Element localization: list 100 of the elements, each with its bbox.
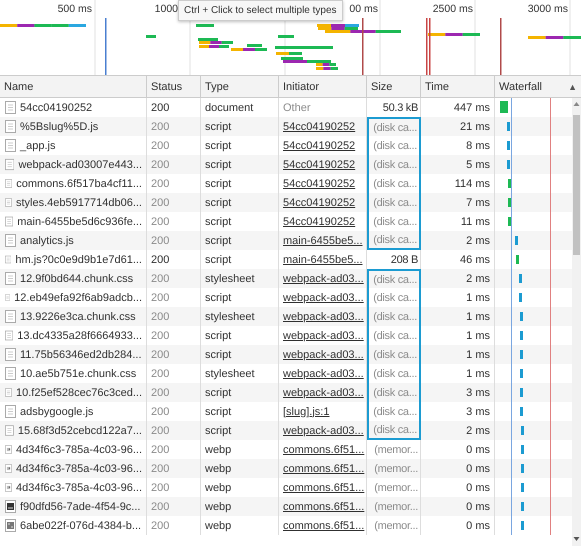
time-cell: 2 ms	[421, 421, 495, 440]
column-header[interactable]: Size	[367, 76, 421, 97]
timing-bar	[515, 236, 518, 245]
request-name[interactable]: hm.js?0c0e9d9b1e7d61...	[15, 254, 142, 266]
type-cell: script	[201, 155, 279, 174]
timing-bar	[521, 483, 524, 492]
initiator-link[interactable]: webpack-ad03...	[283, 292, 364, 304]
type-cell: webp	[201, 497, 279, 516]
request-name[interactable]: main-6455be5d6c936fe...	[17, 216, 142, 228]
file-icon	[5, 386, 12, 399]
request-name[interactable]: styles.4eb5917714db06...	[16, 196, 142, 208]
status-cell: 200	[147, 269, 201, 288]
type-cell: script	[201, 117, 279, 136]
timing-bar	[521, 445, 524, 454]
initiator-link[interactable]: 54cc04190252	[283, 158, 356, 170]
request-name[interactable]: adsbygoogle.js	[20, 406, 94, 418]
column-header[interactable]: Waterfall	[499, 80, 542, 92]
timing-bar	[508, 198, 511, 207]
time-cell: 2 ms	[421, 231, 495, 250]
initiator-link[interactable]: 54cc04190252	[283, 140, 356, 152]
timing-bar	[520, 369, 523, 378]
initiator-link[interactable]: 54cc04190252	[283, 178, 356, 190]
initiator-link[interactable]: commons.6f51...	[283, 500, 364, 512]
request-name[interactable]: _app.js	[20, 140, 56, 152]
request-name[interactable]: analytics.js	[20, 234, 74, 246]
file-icon	[5, 424, 14, 437]
request-name[interactable]: webpack-ad03007e443...	[18, 158, 142, 170]
initiator-link[interactable]: [slug].js:1	[283, 406, 330, 418]
column-header[interactable]: Status	[147, 76, 201, 97]
request-name[interactable]: 4d34f6c3-785a-4c03-96...	[16, 462, 142, 474]
timing-bar	[508, 179, 511, 188]
request-name[interactable]: %5Bslug%5D.js	[20, 120, 98, 132]
request-name[interactable]: 13.9226e3ca.chunk.css	[20, 310, 136, 322]
timing-bar	[520, 407, 523, 416]
time-tick-label: 3000 ms	[528, 3, 568, 15]
time-cell: 0 ms	[421, 497, 495, 516]
time-tick-label: 1000	[154, 3, 178, 15]
request-name[interactable]: 10.ae5b751e.chunk.css	[20, 368, 136, 380]
initiator-link[interactable]: webpack-ad03...	[283, 424, 364, 436]
scrollbar[interactable]	[572, 98, 581, 546]
column-header[interactable]: Name	[0, 76, 147, 97]
sort-indicator[interactable]: ▲	[568, 82, 577, 92]
timing-bar	[520, 331, 523, 340]
file-icon	[5, 329, 14, 342]
column-header[interactable]: Type	[201, 76, 279, 97]
request-name[interactable]: f90dfd56-7ade-4f54-9c...	[20, 500, 140, 512]
request-name[interactable]: 4d34f6c3-785a-4c03-96...	[16, 482, 142, 494]
timing-bar	[521, 502, 524, 511]
request-name[interactable]: 12.eb49efa92f6ab9adcb...	[14, 292, 142, 304]
initiator-link[interactable]: webpack-ad03...	[283, 368, 364, 380]
time-tick-label: 2500 ms	[432, 3, 473, 15]
initiator-link[interactable]: commons.6f51...	[283, 444, 364, 456]
status-cell: 200	[147, 231, 201, 250]
initiator-link[interactable]: commons.6f51...	[283, 482, 364, 494]
request-name[interactable]: 4d34f6c3-785a-4c03-96...	[16, 444, 142, 456]
timing-bar	[516, 255, 519, 264]
size-cell: (disk ca...	[367, 383, 421, 402]
status-cell: 200	[147, 383, 201, 402]
request-name[interactable]: commons.6f517ba4cf11...	[16, 178, 142, 190]
time-cell: 5 ms	[421, 155, 495, 174]
initiator-link[interactable]: webpack-ad03...	[283, 330, 364, 342]
initiator-link[interactable]: webpack-ad03...	[283, 386, 364, 398]
tooltip: Ctrl + Click to select multiple types	[178, 0, 343, 21]
initiator-link[interactable]: 54cc04190252	[283, 216, 356, 228]
size-cell: 208 B	[367, 250, 421, 269]
image-icon	[5, 500, 16, 513]
size-cell: (disk ca...	[367, 155, 421, 174]
initiator-link[interactable]: webpack-ad03...	[283, 272, 364, 284]
request-name[interactable]: 15.68f3d52cebcd122a7...	[18, 424, 142, 436]
request-name[interactable]: 12.9f0bd644.chunk.css	[20, 272, 134, 284]
status-cell: 200	[147, 516, 201, 535]
initiator-link[interactable]: main-6455be5...	[283, 234, 362, 246]
timing-bar	[500, 101, 508, 113]
timing-bar	[507, 160, 510, 169]
type-cell: webp	[201, 459, 279, 478]
size-cell: (disk ca...	[367, 231, 421, 250]
request-name[interactable]: 11.75b56346ed2db284...	[20, 348, 142, 360]
timing-bar	[507, 122, 510, 131]
image-icon	[5, 443, 12, 456]
initiator-link[interactable]: webpack-ad03...	[283, 310, 364, 322]
timing-bar	[519, 274, 522, 283]
status-cell: 200	[147, 345, 201, 364]
type-cell: script	[201, 193, 279, 212]
initiator-link[interactable]: 54cc04190252	[283, 196, 356, 208]
initiator-link[interactable]: commons.6f51...	[283, 462, 364, 474]
request-name[interactable]: 13.dc4335a28f6664933...	[17, 330, 142, 342]
initiator-link[interactable]: webpack-ad03...	[283, 348, 364, 360]
request-name[interactable]: 6abe022f-076d-4384-b...	[20, 520, 142, 532]
file-icon	[5, 158, 14, 171]
request-name[interactable]: 54cc04190252	[20, 102, 92, 114]
timing-bar	[520, 388, 523, 397]
size-cell: (disk ca...	[367, 307, 421, 326]
timing-bar	[508, 217, 511, 226]
initiator-link[interactable]: 54cc04190252	[283, 120, 356, 132]
initiator-link[interactable]: main-6455be5...	[283, 254, 362, 266]
file-icon	[5, 272, 16, 285]
column-header[interactable]: Initiator	[279, 76, 367, 97]
request-name[interactable]: 10.f25ef528cec76c3ced...	[16, 386, 142, 398]
initiator-link[interactable]: commons.6f51...	[283, 520, 364, 532]
column-header[interactable]: Time	[421, 76, 495, 97]
